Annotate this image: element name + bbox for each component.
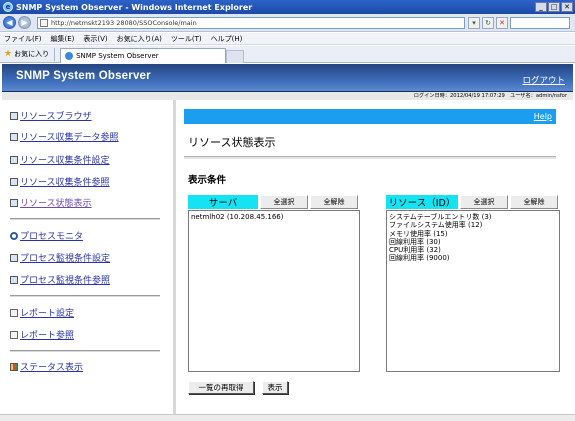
login-info: ログイン日時：2012/04/19 17:07:29 ユーザ名：admin/ns… [2,92,573,100]
sidebar-item-label[interactable]: リソースブラウザ [20,109,92,122]
tab-title: SNMP System Observer [76,51,159,60]
sidebar-item-label[interactable]: ステータス表示 [20,360,83,373]
sidebar-item-label[interactable]: リソース状態表示 [20,196,92,209]
url-field[interactable]: http://netmskt2193 28080/SSOConsole/main [37,16,465,29]
resource-status-icon [10,198,18,207]
list-item[interactable]: 回線利用率 (30) [389,238,557,246]
sidebar-item-resource-status[interactable]: リソース状態表示 [10,196,92,209]
minimize-button[interactable]: _ [535,2,547,12]
menu-help[interactable]: ヘルプ(H) [211,34,243,44]
maximize-button[interactable]: □ [548,2,560,12]
status-bar [0,414,575,421]
address-bar: ◀ ▶ http://netmskt2193 28080/SSOConsole/… [0,14,575,32]
back-icon[interactable]: ◀ [3,16,16,29]
sidebar-item-resource-browser[interactable]: リソースブラウザ [10,109,92,122]
menu-file[interactable]: ファイル(F) [4,34,42,44]
show-button[interactable]: 表示 [262,381,288,394]
sidebar-item-status[interactable]: ステータス表示 [10,360,83,373]
sidebar-item-label[interactable]: リソース収集条件設定 [20,153,110,166]
title-divider [184,156,556,159]
browser-tab[interactable]: SNMP System Observer [60,47,227,63]
resource-select-all-button[interactable]: 全選択 [460,195,508,209]
sidebar-item-process-reference[interactable]: プロセス監視条件参照 [10,273,110,286]
sidebar-item-label[interactable]: プロセスモニタ [20,229,83,242]
app-header: SNMP System Observer ログアウト [2,64,573,92]
search-input[interactable] [510,16,570,29]
list-item[interactable]: netmlh02 (10.208.45.166) [191,213,357,221]
list-item[interactable]: メモリ使用率 (15) [389,230,557,238]
sidebar-item-report-reference[interactable]: レポート参照 [10,328,74,341]
status-icon [10,362,18,371]
server-panel-title: サーバ [188,195,258,209]
collection-data-icon [10,132,18,141]
sidebar-item-process-setting[interactable]: プロセス監視条件設定 [10,251,110,264]
refresh-icon[interactable]: ↻ [482,16,494,29]
favorites-star-icon[interactable]: ★ [4,49,12,59]
resource-panel-header: リソース（ID） 全選択 全解除 [386,195,560,209]
favorites-label[interactable]: お気に入り [14,49,49,59]
server-deselect-all-button[interactable]: 全解除 [310,195,358,209]
sidebar: リソースブラウザ リソース収集データ参照 リソース収集条件設定 リソース収集条件… [2,100,170,414]
resource-deselect-all-button[interactable]: 全解除 [510,195,558,209]
sidebar-divider [10,350,160,352]
resource-browser-icon [10,111,18,120]
reload-list-button[interactable]: 一覧の再取得 [188,381,254,394]
sidebar-item-label[interactable]: プロセス監視条件設定 [20,251,110,264]
section-label: 表示条件 [188,175,227,186]
menu-edit[interactable]: 編集(E) [51,34,75,44]
logout-link[interactable]: ログアウト [522,74,565,86]
sidebar-item-collection-setting[interactable]: リソース収集条件設定 [10,153,110,166]
sidebar-item-collection-data[interactable]: リソース収集データ参照 [10,130,119,143]
favorites-separator [54,47,56,61]
magnifier-icon [10,231,18,240]
menu-view[interactable]: 表示(V) [83,34,107,44]
sidebar-item-label[interactable]: プロセス監視条件参照 [20,273,110,286]
new-tab-button[interactable] [226,49,245,63]
report-setting-icon [10,308,18,317]
resource-listbox[interactable]: システムテーブルエントリ数 (3) ファイルシステム使用率 (12) メモリ使用… [386,210,560,372]
list-item[interactable]: 回線利用率 (9000) [389,254,557,262]
menu-bar: ファイル(F) 編集(E) 表示(V) お気に入り(A) ツール(T) ヘルプ(… [0,33,575,45]
sidebar-item-label[interactable]: リソース収集データ参照 [20,130,119,143]
report-reference-icon [10,330,18,339]
process-setting-icon [10,253,18,262]
favorites-bar: ★ お気に入り SNMP System Observer [0,46,575,63]
sidebar-divider [10,218,160,220]
close-button[interactable]: ✕ [561,2,573,12]
page-title: リソース状態表示 [188,136,276,149]
process-reference-icon [10,275,18,284]
list-item[interactable]: ファイルシステム使用率 (12) [389,221,557,229]
sidebar-divider [10,295,160,297]
window-titlebar: e SNMP System Observer - Windows Interne… [0,0,575,14]
tab-page-icon [65,51,74,60]
app-title: SNMP System Observer [16,70,151,82]
server-select-all-button[interactable]: 全選択 [260,195,308,209]
menu-tools[interactable]: ツール(T) [171,34,202,44]
help-bar: Help [184,109,556,124]
collection-setting-icon [10,155,18,164]
help-link[interactable]: Help [534,112,552,121]
sidebar-item-report-setting[interactable]: レポート設定 [10,306,74,319]
sidebar-item-label[interactable]: レポート設定 [20,306,74,319]
server-panel-header: サーバ 全選択 全解除 [188,195,360,209]
collection-reference-icon [10,177,18,186]
window-title: SNMP System Observer - Windows Internet … [16,2,253,12]
stop-icon[interactable]: ✕ [496,16,508,29]
sidebar-item-label[interactable]: リソース収集条件参照 [20,175,110,188]
main-content: Help リソース状態表示 表示条件 サーバ 全選択 全解除 netmlh02 … [173,100,573,414]
forward-icon[interactable]: ▶ [18,16,31,29]
dropdown-icon[interactable]: ▾ [468,16,480,29]
url-text: http://netmskt2193 28080/SSOConsole/main [51,18,197,27]
ie-logo-icon: e [3,2,13,12]
page-icon [40,18,48,27]
resource-panel-title: リソース（ID） [386,195,458,209]
sidebar-item-process-monitor[interactable]: プロセスモニタ [10,229,83,242]
sidebar-item-collection-reference[interactable]: リソース収集条件参照 [10,175,110,188]
menu-favorites[interactable]: お気に入り(A) [117,34,162,44]
sidebar-item-label[interactable]: レポート参照 [20,328,74,341]
server-listbox[interactable]: netmlh02 (10.208.45.166) [188,210,360,372]
